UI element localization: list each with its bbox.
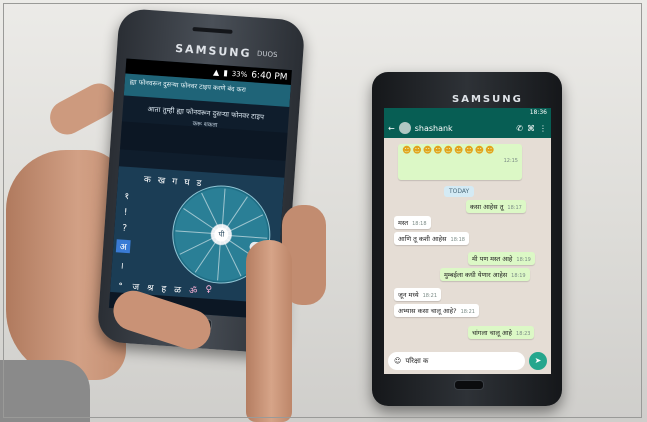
chat-area: ☻☻☻☻☻☻☻☻☻ 12:15 TODAY कसा आहेस तू 18:17 म… (384, 138, 551, 348)
right-phone: SAMSUNG 18:36 ← shashank ✆ ⌘ ⋮ ☻☻☻☻☻☻☻☻☻… (372, 72, 562, 406)
message-time: 18:17 (507, 205, 522, 211)
key[interactable]: श्र (147, 281, 154, 294)
photo-scene: SAMSUNG DUOS ▲ ▮ 33% 6:40 PM ह्या फोनवरू… (0, 0, 647, 422)
emoji-message: ☻☻☻☻☻☻☻☻☻ 12:15 (398, 144, 522, 180)
message-text: मी पण मस्त आहे (472, 255, 513, 263)
key[interactable]: ळ (174, 282, 182, 295)
message-input[interactable]: ☺ परिक्षा क (388, 352, 525, 370)
right-index-finger (246, 240, 292, 422)
message-bubble: अभ्यास कसा चालू आहे? 18:21 (394, 304, 479, 317)
earpiece (192, 27, 233, 34)
message-time: 18:19 (516, 257, 531, 263)
sleeve (0, 360, 90, 422)
message-text: चांगला चालू आहे (472, 329, 513, 337)
key[interactable]: ग (172, 174, 178, 187)
phone-icon[interactable]: ✆ (516, 124, 523, 133)
key[interactable]: ख (157, 173, 165, 186)
key-highlighted[interactable]: अ (115, 239, 131, 254)
duos-badge: DUOS (256, 49, 278, 60)
key[interactable]: क (144, 172, 152, 185)
keyboard-side-column: १ ! ? अ । ॰ (113, 188, 134, 291)
back-arrow-icon[interactable]: ← (388, 124, 395, 133)
attach-icon[interactable]: ⌘ (527, 124, 535, 133)
message-input-bar: ☺ परिक्षा क ➤ (384, 348, 551, 374)
message-time: 18:18 (412, 221, 427, 227)
message-bubble: मी पण मस्त आहे 18:19 (468, 252, 535, 265)
message-text: मस्त (398, 219, 409, 227)
message-time: 12:15 (503, 158, 518, 164)
message-bubble: कसा आहेस तू 18:17 (466, 200, 526, 213)
date-divider: TODAY (444, 186, 475, 197)
message-time: 18:18 (450, 237, 465, 243)
key[interactable]: १ (119, 188, 134, 202)
message-text: मुम्बईला कधी येणार आहेस (444, 271, 508, 279)
key[interactable]: घ (184, 175, 190, 188)
battery-icon: ▮ (223, 68, 229, 78)
contact-name[interactable]: shashank (415, 124, 453, 133)
right-phone-brand: SAMSUNG (452, 94, 523, 105)
message-bubble: मुम्बईला कधी येणार आहेस 18:19 (440, 268, 530, 281)
message-text: कसा आहेस तू (470, 203, 504, 211)
battery-percent: 33% (231, 69, 248, 79)
message-time: 18:23 (516, 331, 531, 337)
send-button[interactable]: ➤ (529, 352, 547, 370)
message-text: आणि तू कशी आहेस (398, 235, 447, 243)
keyboard-top-row: क ख ग घ ड (144, 172, 202, 189)
message-text: जून मध्ये (398, 291, 419, 299)
status-time: 6:40 PM (250, 69, 288, 83)
message-text: अभ्यास कसा चालू आहे? (398, 307, 457, 315)
key[interactable]: ड (196, 176, 202, 189)
key[interactable]: । (114, 258, 129, 272)
key[interactable]: ॰ (113, 277, 128, 291)
key[interactable]: ! (118, 207, 133, 218)
key[interactable]: ? (117, 223, 132, 234)
chat-header: ← shashank ✆ ⌘ ⋮ (384, 118, 551, 138)
key[interactable]: ह (161, 282, 167, 295)
home-button[interactable] (454, 380, 484, 390)
signal-icon: ▲ (212, 67, 220, 78)
message-bubble: चांगला चालू आहे 18:23 (468, 326, 535, 339)
menu-icon[interactable]: ⋮ (539, 124, 547, 133)
message-bubble: मस्त 18:18 (394, 216, 431, 229)
message-bubble: आणि तू कशी आहेस 18:18 (394, 232, 469, 245)
right-phone-screen: 18:36 ← shashank ✆ ⌘ ⋮ ☻☻☻☻☻☻☻☻☻ 12:15 T… (384, 108, 551, 374)
message-input-text: परिक्षा क (405, 356, 429, 365)
emoji-row: ☻☻☻☻☻☻☻☻☻ (402, 146, 496, 156)
status-bar: 18:36 (384, 108, 551, 118)
left-phone-brand: SAMSUNG (174, 41, 252, 61)
message-time: 18:21 (422, 293, 438, 299)
key[interactable]: ♀ (205, 285, 212, 298)
message-time: 18:19 (511, 273, 526, 279)
message-bubble: जून मध्ये 18:21 (394, 288, 442, 301)
key[interactable]: ॐ (189, 283, 198, 297)
avatar[interactable] (398, 122, 411, 134)
emoji-icon[interactable]: ☺ (394, 357, 401, 365)
message-time: 18:21 (460, 309, 475, 315)
